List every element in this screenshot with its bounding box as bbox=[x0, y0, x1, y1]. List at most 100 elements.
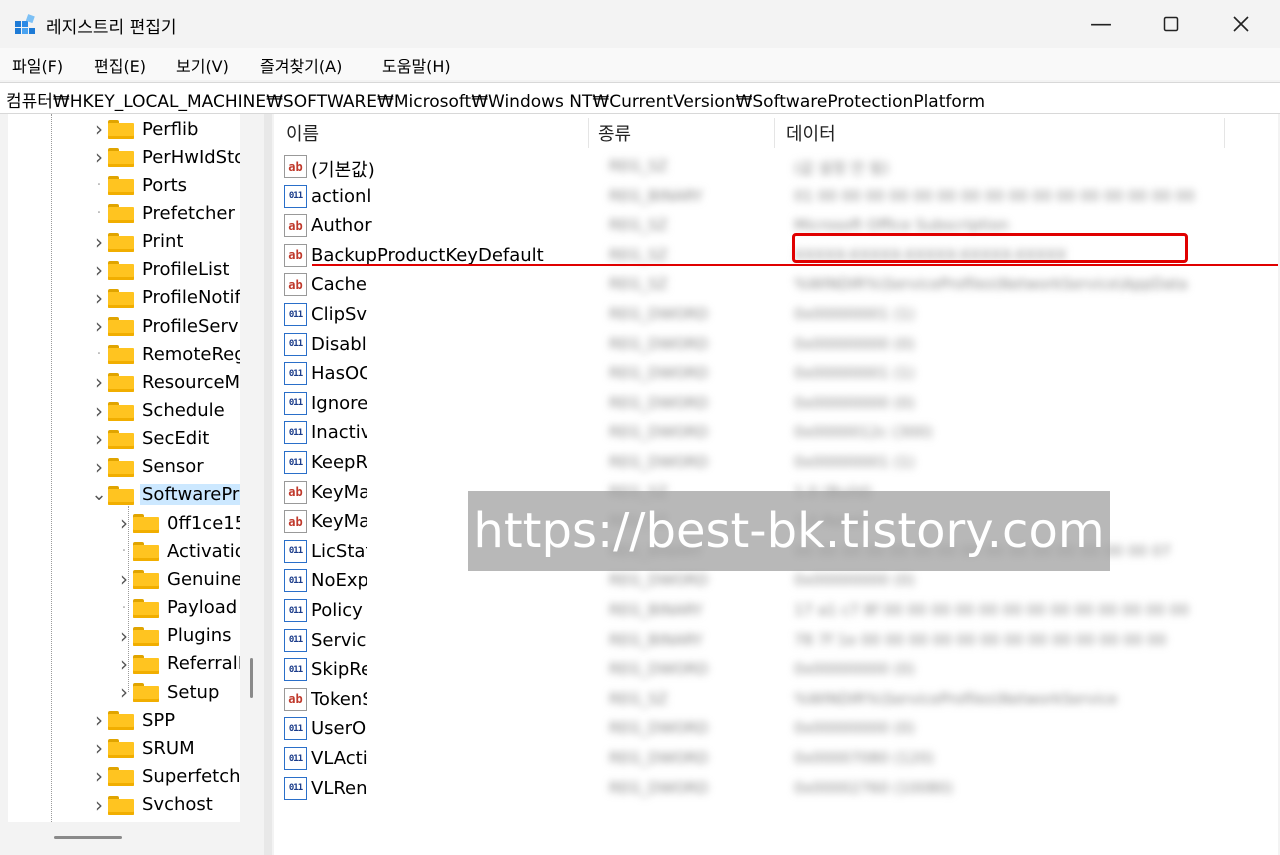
column-divider[interactable] bbox=[774, 118, 775, 148]
chevron-right-icon[interactable]: › bbox=[115, 652, 133, 676]
value-row[interactable]: 011 ClipSv REG_DWORD 0x00000001 (1) bbox=[274, 300, 1278, 330]
tree-item[interactable]: · Ports bbox=[90, 172, 189, 198]
tree-item[interactable]: › Genuine bbox=[115, 566, 240, 592]
folder-icon bbox=[108, 203, 134, 224]
chevron-right-icon[interactable]: › bbox=[90, 793, 108, 817]
chevron-right-icon[interactable]: › bbox=[90, 314, 108, 338]
menu-help[interactable]: 도움말(H) bbox=[382, 53, 451, 77]
value-name: Cache bbox=[311, 274, 367, 296]
value-row[interactable]: 011 KeepR REG_DWORD 0x00000001 (1) bbox=[274, 448, 1278, 478]
tree-item[interactable]: › Sensor bbox=[90, 454, 206, 480]
tree-item[interactable]: › ResourceM bbox=[90, 369, 240, 395]
menu-edit[interactable]: 편집(E) bbox=[94, 53, 146, 77]
pane-splitter[interactable] bbox=[264, 114, 272, 855]
value-row[interactable]: ab (기본값) REG_SZ (값 설정 안 됨) bbox=[274, 152, 1278, 182]
chevron-right-icon[interactable]: › bbox=[90, 764, 108, 788]
tree-item-label: SoftwarePr bbox=[140, 484, 240, 506]
tree-item[interactable]: › Print bbox=[90, 229, 185, 255]
tree-item[interactable]: · RemoteReg bbox=[90, 341, 240, 367]
close-button[interactable] bbox=[1206, 0, 1276, 48]
value-row[interactable]: abTokenS REG_SZ %WINDIR%\ServiceProfiles\N… bbox=[274, 685, 1278, 715]
value-row[interactable]: 011 VLActi REG_DWORD 0x00007080 (120) bbox=[274, 744, 1278, 774]
tree-item[interactable]: · Activatio bbox=[115, 538, 240, 564]
value-row[interactable]: 011 actionli REG_BINARY 01 00 00 00 00 00 0… bbox=[274, 182, 1278, 212]
value-type: REG_DWORD bbox=[609, 660, 709, 679]
tree-item[interactable]: › PerHwIdSto bbox=[90, 144, 240, 170]
tree-item[interactable]: › SPP bbox=[90, 707, 177, 733]
tree-item[interactable]: › ProfileNotif bbox=[90, 285, 240, 311]
chevron-right-icon[interactable]: › bbox=[115, 680, 133, 704]
tree-item[interactable]: › SRUM bbox=[90, 735, 197, 761]
value-row[interactable]: 011 VLRen REG_DWORD 0x00002760 (10080) bbox=[274, 774, 1278, 804]
chevron-right-icon[interactable]: › bbox=[90, 708, 108, 732]
tree-item[interactable]: ⌄ SoftwarePr bbox=[90, 482, 240, 508]
chevron-right-icon[interactable]: › bbox=[90, 399, 108, 423]
chevron-right-icon[interactable]: › bbox=[90, 736, 108, 760]
chevron-right-icon[interactable]: › bbox=[90, 117, 108, 141]
tree-item[interactable]: › Superfetch bbox=[90, 763, 240, 789]
maximize-button[interactable] bbox=[1136, 0, 1206, 48]
binary-value-icon: 011 bbox=[284, 539, 307, 563]
value-row[interactable]: 011Service REG_BINARY 78 7f 1e 00 00 00 00… bbox=[274, 626, 1278, 656]
value-name: HasOC bbox=[311, 363, 367, 385]
tree-item[interactable]: · Payload bbox=[115, 595, 239, 621]
value-row[interactable]: 011Disable REG_DWORD 0x00000000 (0) bbox=[274, 330, 1278, 360]
column-type-header[interactable]: 종류 bbox=[598, 120, 631, 146]
chevron-right-icon[interactable]: › bbox=[90, 230, 108, 254]
chevron-right-icon[interactable]: › bbox=[115, 511, 133, 535]
tree-item[interactable]: · Prefetcher bbox=[90, 200, 237, 226]
tree-item[interactable]: › Setup bbox=[115, 679, 221, 705]
chevron-right-icon[interactable]: › bbox=[115, 624, 133, 648]
menu-favorites[interactable]: 즐겨찾기(A) bbox=[260, 53, 342, 77]
scroll-thumb[interactable] bbox=[54, 836, 122, 839]
folder-icon bbox=[108, 119, 134, 139]
address-bar[interactable]: 컴퓨터₩HKEY_LOCAL_MACHINE₩SOFTWARE₩Microsof… bbox=[0, 82, 1280, 114]
tree-item[interactable]: › 0ff1ce15 bbox=[115, 510, 240, 536]
minimize-button[interactable]: — bbox=[1066, 0, 1136, 48]
chevron-right-icon[interactable]: › bbox=[90, 455, 108, 479]
tree-item[interactable]: › ReferralD bbox=[115, 651, 240, 677]
window-title: 레지스트리 편집기 bbox=[46, 18, 177, 38]
value-list[interactable]: 이름 종류 데이터 ab (기본값) REG_SZ (값 설정 안 됨) 011 acti… bbox=[274, 114, 1278, 855]
chevron-right-icon[interactable]: › bbox=[115, 567, 133, 591]
value-row[interactable]: 011 Inactiv REG_DWORD 0x0000012c (300) bbox=[274, 418, 1278, 448]
tree-item-label: ProfileServi bbox=[142, 315, 240, 337]
tree-item[interactable]: › Plugins bbox=[115, 623, 233, 649]
tree-vertical-scrollbar[interactable] bbox=[240, 114, 264, 822]
scroll-thumb[interactable] bbox=[250, 658, 253, 698]
value-type: REG_DWORD bbox=[609, 453, 709, 471]
menu-file[interactable]: 파일(F) bbox=[12, 53, 63, 77]
address-path[interactable]: 컴퓨터₩HKEY_LOCAL_MACHINE₩SOFTWARE₩Microsof… bbox=[6, 87, 985, 112]
value-row[interactable]: ab Cache REG_SZ %WINDIR%\ServiceProfiles\Ne… bbox=[274, 270, 1278, 300]
maximize-icon bbox=[1163, 16, 1179, 32]
tree-item[interactable]: › SecEdit bbox=[90, 426, 211, 452]
tree-item[interactable]: › Schedule bbox=[90, 398, 227, 424]
tree-item[interactable]: › Perflib bbox=[90, 116, 200, 142]
tree-item[interactable]: › ProfileList bbox=[90, 257, 231, 283]
tree-item[interactable]: › ProfileServi bbox=[90, 313, 240, 339]
tree-connector: · bbox=[96, 177, 102, 194]
column-divider[interactable] bbox=[588, 118, 589, 148]
tree-horizontal-scrollbar[interactable] bbox=[8, 822, 264, 852]
tree-item-label: Ports bbox=[142, 174, 188, 196]
chevron-right-icon[interactable]: › bbox=[90, 427, 108, 451]
column-data-header[interactable]: 데이터 bbox=[786, 120, 836, 146]
value-row[interactable]: 011 SkipRe REG_DWORD 0x00000000 (0) bbox=[274, 655, 1278, 685]
value-row[interactable]: 011UserOp REG_DWORD 0x00000000 (0) bbox=[274, 714, 1278, 744]
menu-view[interactable]: 보기(V) bbox=[176, 53, 229, 77]
chevron-right-icon[interactable]: › bbox=[90, 258, 108, 282]
chevron-right-icon[interactable]: › bbox=[90, 145, 108, 169]
value-row[interactable]: 011 Ignore REG_DWORD 0x00000000 (0) bbox=[274, 389, 1278, 419]
value-row[interactable]: 011 HasOC REG_DWORD 0x00000001 (1) bbox=[274, 359, 1278, 389]
chevron-right-icon[interactable]: › bbox=[90, 286, 108, 310]
registry-tree[interactable]: › Perflib › PerHwIdSto · Ports · Prefetcher › Pri… bbox=[8, 114, 240, 822]
value-data: %WINDIR%\ServiceProfiles\NetworkService\… bbox=[794, 275, 1188, 294]
chevron-down-icon[interactable]: ⌄ bbox=[90, 484, 108, 505]
value-row[interactable]: 011 Policy REG_BINARY 17 a1 c7 8f 00 00 00 … bbox=[274, 596, 1278, 626]
chevron-right-icon[interactable]: › bbox=[90, 370, 108, 394]
column-divider[interactable] bbox=[1224, 118, 1225, 148]
binary-value-icon: 011 bbox=[284, 184, 307, 208]
column-name-header[interactable]: 이름 bbox=[286, 120, 319, 146]
tree-item[interactable]: › Svchost bbox=[90, 792, 215, 818]
tree-item-label: SPP bbox=[142, 709, 176, 731]
